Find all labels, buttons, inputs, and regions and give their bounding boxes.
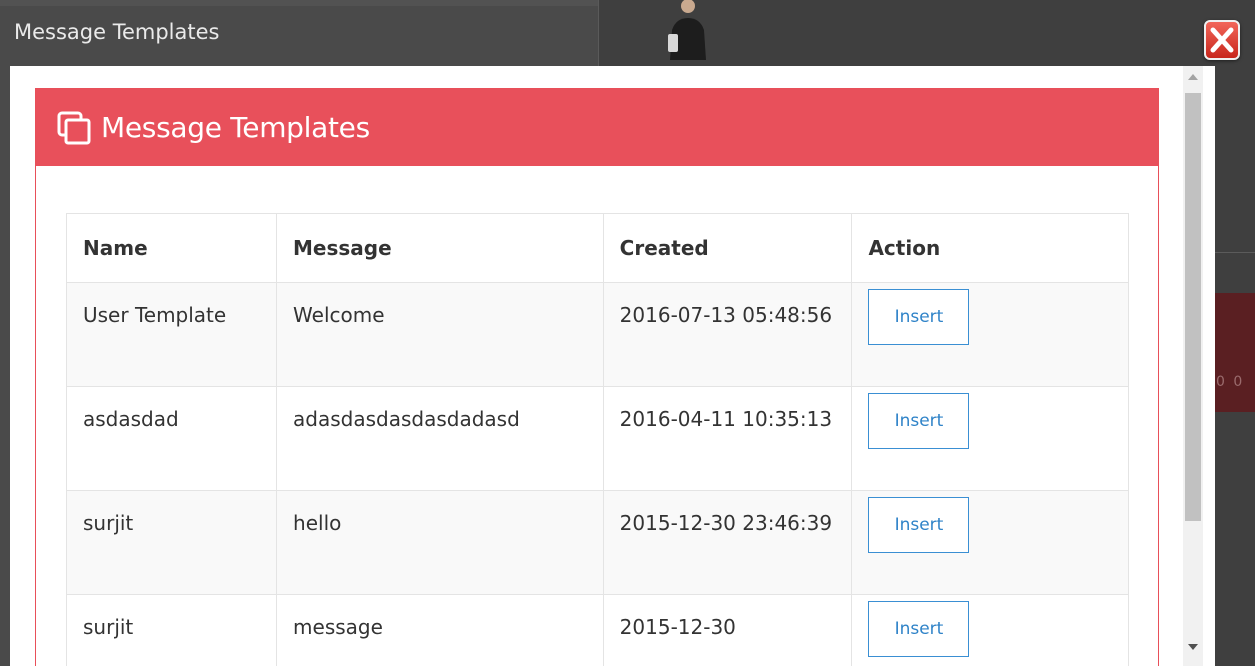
table-row: surjit hello 2015-12-30 23:46:39 Insert [65, 490, 1129, 595]
cell-created: 2016-04-11 10:35:13 [602, 386, 853, 491]
background-person-image [668, 0, 706, 60]
copy-icon [57, 111, 91, 145]
cell-created: 2015-12-30 23:46:39 [602, 490, 853, 595]
cell-created: 2016-07-13 05:48:56 [602, 282, 853, 387]
cell-message: Welcome [276, 282, 604, 387]
cell-message: adasdasdasdasdadasd [276, 386, 604, 491]
column-header-name: Name [65, 213, 278, 283]
panel-header: Message Templates [36, 89, 1158, 166]
cell-message: message [276, 594, 604, 666]
cell-name: User Template [65, 282, 278, 387]
cell-name: surjit [65, 490, 278, 595]
insert-button[interactable]: Insert [868, 393, 970, 449]
templates-table: Name Message Created Action User Templat… [65, 213, 1129, 666]
screen: 0 0 Message Templates Message Templates [0, 0, 1255, 666]
scroll-up-arrow-icon[interactable] [1188, 74, 1198, 80]
column-header-created: Created [602, 213, 853, 283]
cell-name: asdasdad [65, 386, 278, 491]
modal-content: Message Templates Name Message Created A… [10, 66, 1215, 666]
vertical-scrollbar[interactable] [1183, 66, 1203, 666]
panel-title: Message Templates [101, 111, 370, 144]
cell-action: Insert [851, 594, 1129, 666]
scrollbar-thumb[interactable] [1185, 93, 1201, 521]
table-row: User Template Welcome 2016-07-13 05:48:5… [65, 282, 1129, 387]
table-row: surjit message 2015-12-30 Insert [65, 594, 1129, 666]
insert-button[interactable]: Insert [868, 601, 970, 657]
cell-created: 2015-12-30 [602, 594, 853, 666]
insert-button[interactable]: Insert [868, 497, 970, 553]
column-header-message: Message [276, 213, 604, 283]
templates-panel: Message Templates Name Message Created A… [35, 88, 1159, 666]
window-title: Message Templates [14, 20, 220, 44]
scroll-down-arrow-icon[interactable] [1188, 644, 1198, 650]
background-red-block [1214, 293, 1255, 412]
background-partial-text: 0 0 [1216, 374, 1245, 390]
cell-action: Insert [851, 282, 1129, 387]
table-header-row: Name Message Created Action [65, 213, 1129, 283]
cell-action: Insert [851, 490, 1129, 595]
cell-name: surjit [65, 594, 278, 666]
column-header-action: Action [851, 213, 1129, 283]
cell-message: hello [276, 490, 604, 595]
background-page-edge [0, 0, 598, 6]
cell-action: Insert [851, 386, 1129, 491]
close-button[interactable] [1204, 20, 1240, 60]
table-row: asdasdad adasdasdasdasdadasd 2016-04-11 … [65, 386, 1129, 491]
insert-button[interactable]: Insert [868, 289, 970, 345]
close-icon [1210, 27, 1234, 53]
